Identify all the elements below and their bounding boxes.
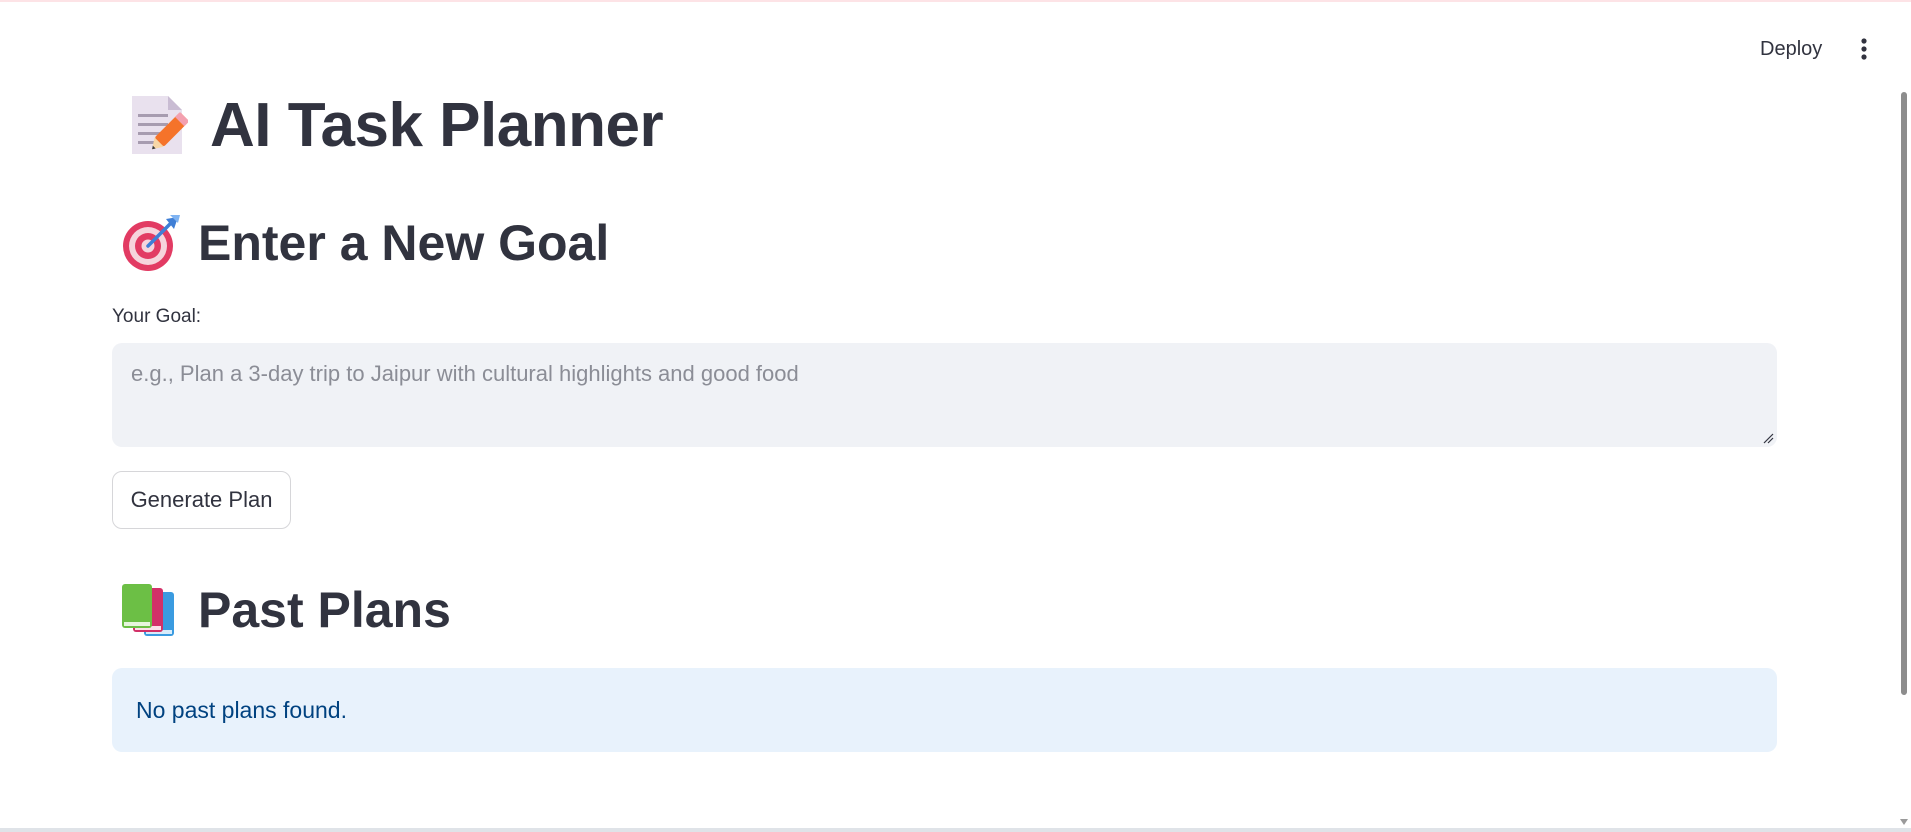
goal-input-label: Your Goal: bbox=[112, 306, 202, 327]
past-plans-heading-row: Past Plans bbox=[120, 580, 451, 640]
more-vertical-icon bbox=[1861, 38, 1867, 60]
past-plans-heading: Past Plans bbox=[198, 582, 451, 638]
app-header: Deploy bbox=[0, 2, 1911, 92]
generate-plan-button[interactable]: Generate Plan bbox=[112, 471, 291, 529]
no-past-plans-alert: No past plans found. bbox=[112, 668, 1777, 752]
resize-handle-icon[interactable] bbox=[1762, 432, 1774, 444]
goal-section-heading-row: Enter a New Goal bbox=[120, 213, 609, 273]
info-message: No past plans found. bbox=[136, 696, 347, 723]
scroll-down-arrow-icon[interactable] bbox=[1898, 816, 1910, 828]
goal-section-heading: Enter a New Goal bbox=[198, 215, 610, 271]
page-title-row: AI Task Planner bbox=[128, 90, 664, 160]
goal-textarea-placeholder: e.g., Plan a 3-day trip to Jaipur with c… bbox=[131, 361, 799, 386]
deploy-button[interactable]: Deploy bbox=[1748, 30, 1834, 68]
app-page: Deploy AI Task Planner Enter a New Goal … bbox=[0, 0, 1911, 832]
page-title: AI Task Planner bbox=[210, 90, 664, 160]
books-icon bbox=[120, 582, 180, 638]
main-menu-button[interactable] bbox=[1850, 30, 1878, 68]
scrollbar-thumb[interactable] bbox=[1901, 92, 1907, 695]
target-icon bbox=[120, 213, 180, 273]
bottom-border bbox=[0, 828, 1911, 832]
memo-icon bbox=[128, 92, 188, 158]
goal-textarea[interactable]: e.g., Plan a 3-day trip to Jaipur with c… bbox=[112, 343, 1777, 447]
